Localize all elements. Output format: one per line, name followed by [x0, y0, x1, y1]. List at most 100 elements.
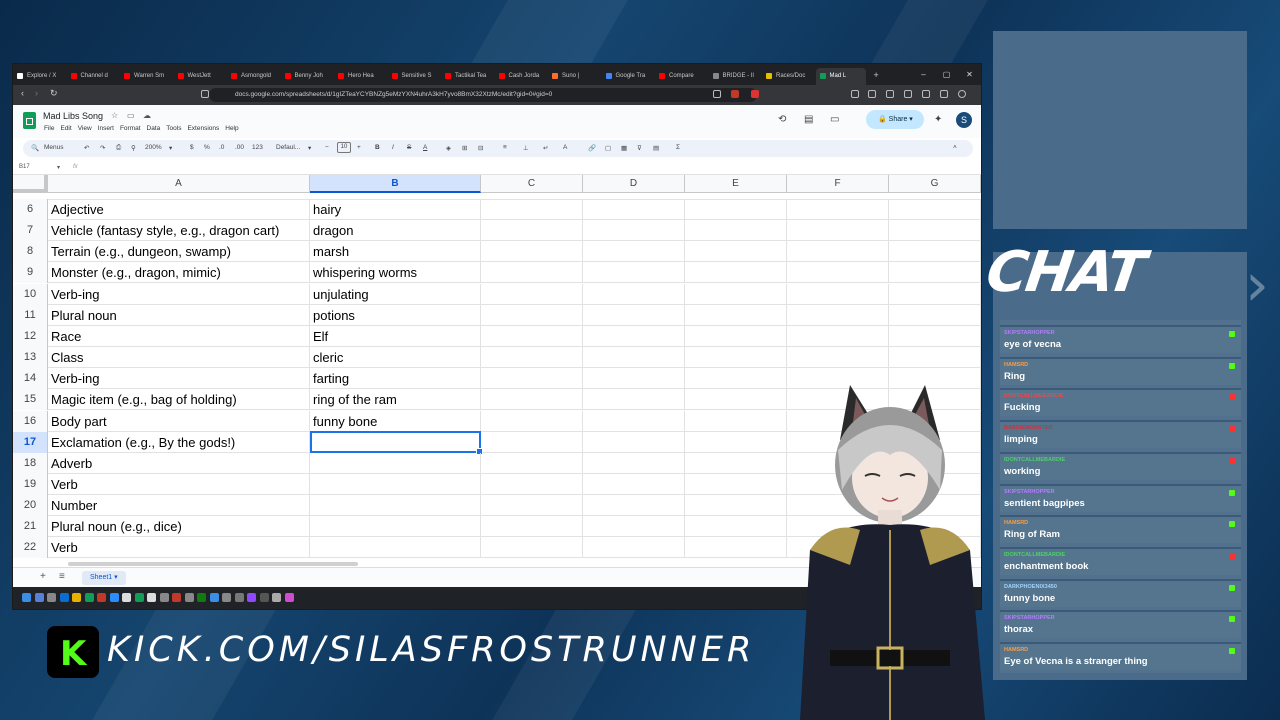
horizontal-align-icon[interactable]: ≡ [503, 144, 507, 151]
history-icon[interactable]: ⟲ [778, 114, 786, 125]
star-icon[interactable]: ☆ [111, 111, 118, 120]
cell-a[interactable]: Plural noun (e.g., dice) [48, 516, 310, 538]
taskbar-app-icon[interactable] [272, 593, 281, 602]
cell-a[interactable]: Verb-ing [48, 283, 310, 305]
paint-format-icon[interactable]: ⚲ [131, 144, 136, 152]
cell-empty[interactable] [889, 283, 981, 305]
taskbar-app-icon[interactable] [184, 593, 194, 602]
cell-a[interactable]: Verb [48, 537, 310, 559]
sheet-tab[interactable]: Sheet1 ▾ [82, 571, 126, 585]
row-header[interactable]: 17 [13, 431, 48, 453]
cell-empty[interactable] [583, 325, 685, 347]
cell-empty[interactable] [481, 473, 583, 495]
row-header[interactable]: 19 [13, 473, 48, 495]
cell-empty[interactable] [583, 495, 685, 517]
menu-data[interactable]: Data [147, 125, 161, 132]
undo-icon[interactable]: ↶ [84, 144, 89, 152]
taskbar-app-icon[interactable] [47, 593, 56, 602]
share-page-icon[interactable] [713, 90, 721, 98]
cell-a[interactable]: Vehicle (fantasy style, e.g., dragon car… [48, 220, 310, 242]
cell-empty[interactable] [481, 325, 583, 347]
cell-empty[interactable] [481, 262, 583, 284]
insert-link-icon[interactable]: 🔗 [588, 144, 596, 152]
cell-a[interactable]: Class [48, 347, 310, 369]
functions-button[interactable]: Σ [676, 144, 680, 151]
browser-tab[interactable]: BRIDGE - Il [709, 68, 763, 85]
cell-empty[interactable] [481, 368, 583, 390]
insert-chart-icon[interactable]: ▦ [621, 144, 627, 152]
search-menus-icon[interactable]: 🔍 [31, 144, 39, 152]
cell-empty[interactable] [889, 262, 981, 284]
cell-empty[interactable] [787, 325, 889, 347]
number-format-button[interactable]: 123 [252, 144, 263, 151]
decrease-font-icon[interactable]: − [325, 144, 329, 151]
browser-tab[interactable]: Benny Joh [281, 68, 335, 85]
forward-icon[interactable]: › [35, 88, 38, 98]
cell-empty[interactable] [685, 347, 787, 369]
cell-empty[interactable] [685, 304, 787, 326]
browser-tab[interactable]: Explore / X [13, 68, 67, 85]
fill-color-icon[interactable]: ◈ [446, 144, 451, 152]
extension-icon[interactable] [886, 90, 894, 98]
column-header-f[interactable]: F [787, 175, 889, 193]
zoom-select[interactable]: 200% [145, 144, 162, 151]
cell-b[interactable]: cleric [310, 347, 481, 369]
cell-b[interactable] [310, 452, 481, 474]
cell-a[interactable]: Verb-ing [48, 368, 310, 390]
cell-empty[interactable] [583, 452, 685, 474]
cell-empty[interactable] [685, 516, 787, 538]
cell-empty[interactable] [787, 347, 889, 369]
row-header[interactable]: 6 [13, 199, 48, 220]
cell-b[interactable]: dragon [310, 220, 481, 242]
cell-a[interactable]: Magic item (e.g., bag of holding) [48, 389, 310, 411]
cell-empty[interactable] [685, 431, 787, 453]
browser-tab[interactable]: Asmongold [227, 68, 281, 85]
taskbar-app-icon[interactable] [97, 593, 106, 602]
cell-b[interactable]: unjulating [310, 283, 481, 305]
back-icon[interactable]: ‹ [21, 88, 24, 98]
cell-b[interactable]: Elf [310, 325, 481, 347]
cell-a[interactable]: Number [48, 495, 310, 517]
cell-empty[interactable] [583, 304, 685, 326]
menu-edit[interactable]: Edit [60, 125, 71, 132]
cell-empty[interactable] [685, 220, 787, 242]
cell-empty[interactable] [685, 283, 787, 305]
cell-empty[interactable] [583, 347, 685, 369]
text-rotation-icon[interactable]: A [563, 144, 567, 151]
taskbar-app-icon[interactable] [172, 593, 181, 602]
minimize-button[interactable]: – [912, 70, 935, 79]
cell-a[interactable]: Adjective [48, 199, 310, 220]
cell-empty[interactable] [583, 220, 685, 242]
account-avatar[interactable]: S [956, 112, 972, 128]
cell-empty[interactable] [481, 283, 583, 305]
row-header[interactable]: 10 [13, 283, 48, 305]
percent-format-button[interactable]: % [204, 144, 210, 151]
bold-button[interactable]: B [375, 144, 380, 151]
document-title[interactable]: Mad Libs Song [43, 111, 103, 121]
row-header[interactable]: 8 [13, 241, 48, 263]
column-header-a[interactable]: A [48, 175, 310, 193]
cell-empty[interactable] [889, 199, 981, 220]
taskbar-app-icon[interactable] [197, 593, 206, 602]
row-header[interactable]: 9 [13, 262, 48, 284]
cell-empty[interactable] [583, 283, 685, 305]
menu-extensions[interactable]: Extensions [187, 125, 219, 132]
taskbar-app-icon[interactable] [72, 593, 81, 602]
new-tab-button[interactable]: + [874, 70, 879, 80]
url-bar[interactable]: docs.google.com/spreadsheets/d/1gIZTeaYC… [209, 88, 757, 102]
browser-tab[interactable]: Mad L [815, 67, 866, 85]
maximize-button[interactable]: ▢ [935, 70, 958, 79]
row-header[interactable]: 15 [13, 389, 48, 411]
taskbar-app-icon[interactable] [122, 593, 131, 602]
browser-tab[interactable]: Cash Jorda [495, 68, 549, 85]
cell-a[interactable]: Terrain (e.g., dungeon, swamp) [48, 241, 310, 263]
all-sheets-button[interactable]: ≡ [59, 571, 65, 582]
cell-empty[interactable] [583, 473, 685, 495]
browser-tab[interactable]: Compare [655, 68, 709, 85]
cell-a[interactable]: Monster (e.g., dragon, mimic) [48, 262, 310, 284]
cell-b[interactable] [310, 516, 481, 538]
taskbar-app-icon[interactable] [247, 593, 256, 602]
taskbar-app-icon[interactable] [209, 593, 219, 602]
row-header[interactable]: 20 [13, 495, 48, 517]
name-box[interactable]: B17 [19, 164, 30, 170]
